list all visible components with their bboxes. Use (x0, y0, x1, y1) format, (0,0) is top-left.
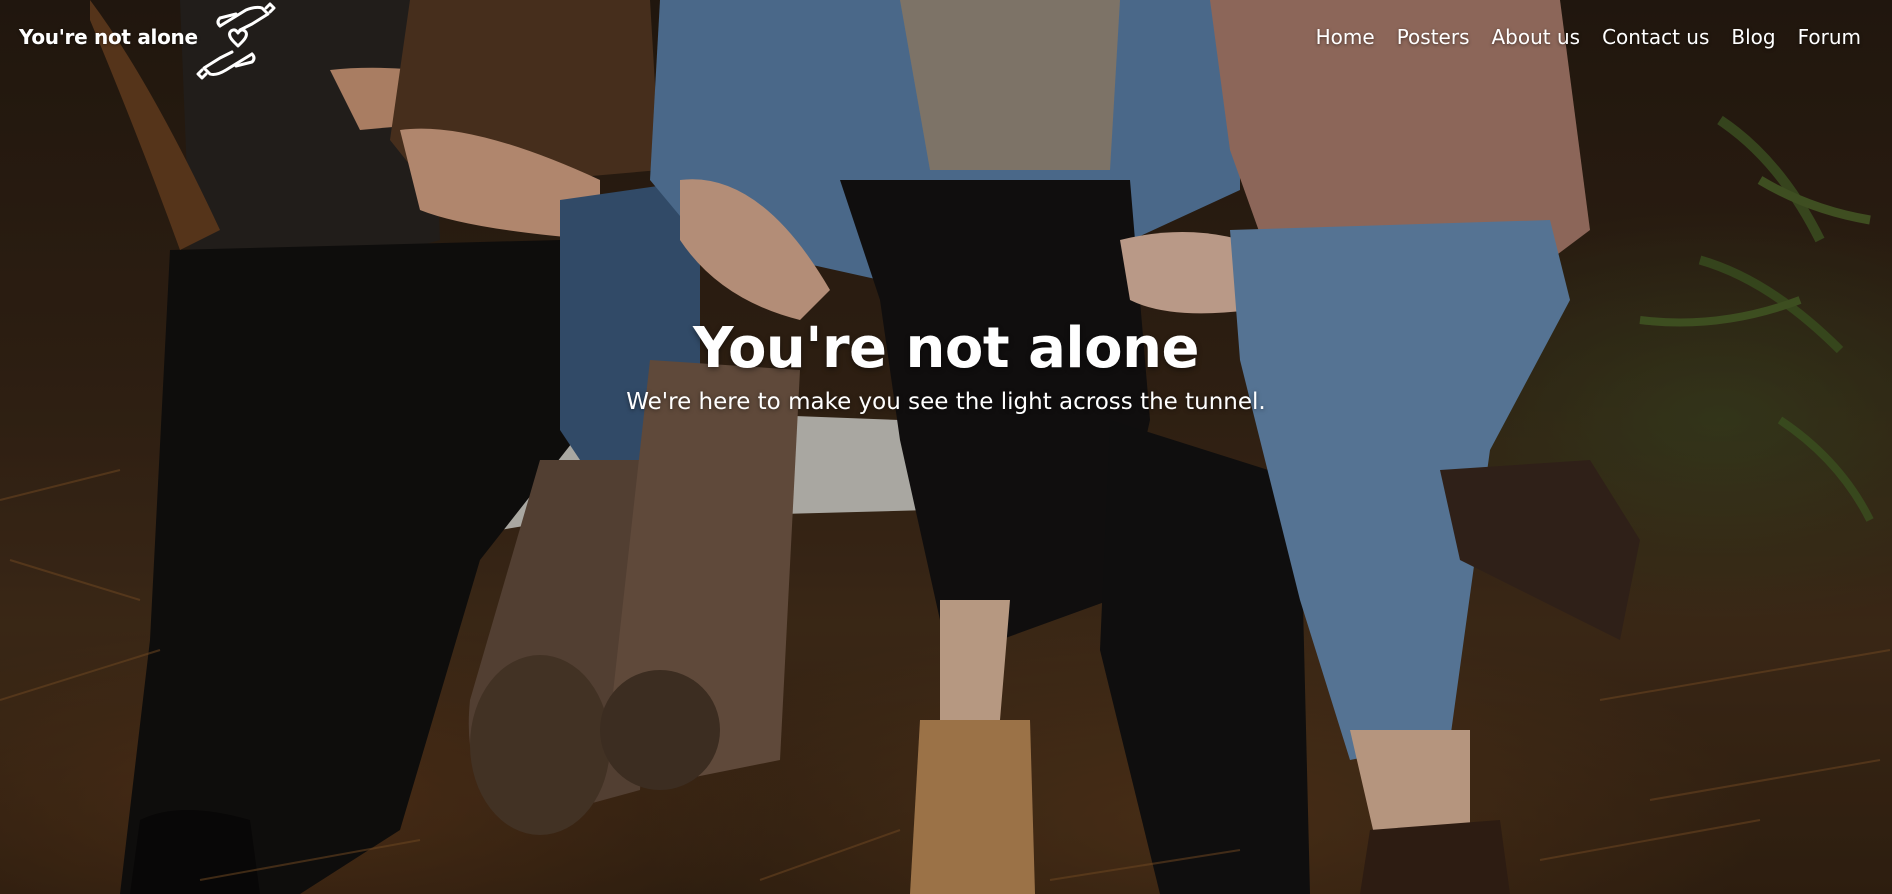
hero-background-photo (0, 0, 1892, 894)
nav-item-blog: Blog (1709, 25, 1775, 49)
nav-item-posters: Posters (1375, 25, 1470, 49)
nav-item-forum: Forum (1776, 25, 1861, 49)
hero-section: You're not alone Home Posters About us C… (0, 0, 1892, 894)
nav-item-home: Home (1294, 25, 1375, 49)
hero-title: You're not alone (693, 316, 1199, 381)
nav-item-contact: Contact us (1580, 25, 1709, 49)
hero-subtitle: We're here to make you see the light acr… (626, 389, 1266, 415)
hands-heart-icon[interactable] (196, 2, 276, 80)
top-navbar: You're not alone Home Posters About us C… (0, 0, 1892, 80)
nav-link-blog[interactable]: Blog (1731, 25, 1775, 49)
brand-name-link[interactable]: You're not alone (19, 25, 198, 49)
nav-link-about-us[interactable]: About us (1492, 25, 1581, 49)
nav-menu: Home Posters About us Contact us Blog Fo… (1294, 25, 1861, 49)
nav-item-about: About us (1470, 25, 1581, 49)
nav-link-posters[interactable]: Posters (1397, 25, 1470, 49)
nav-link-home[interactable]: Home (1316, 25, 1375, 49)
nav-link-forum[interactable]: Forum (1798, 25, 1861, 49)
nav-link-contact-us[interactable]: Contact us (1602, 25, 1709, 49)
